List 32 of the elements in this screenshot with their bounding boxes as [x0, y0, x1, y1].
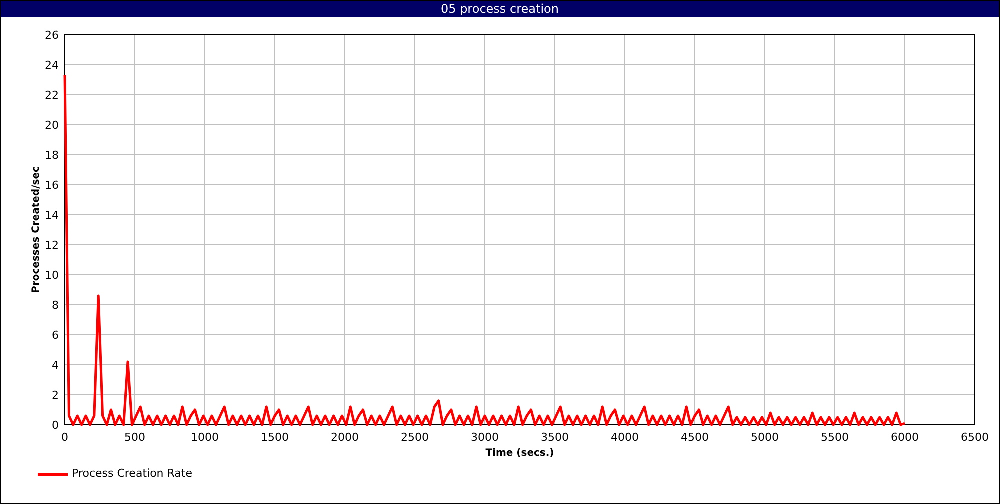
tick-label: 18	[45, 149, 59, 162]
tick-label: 4	[52, 359, 59, 372]
tick-label: 3500	[541, 431, 569, 444]
tick-label: 3000	[471, 431, 499, 444]
tick-label: 20	[45, 119, 59, 132]
tick-label: 0	[52, 419, 59, 432]
tick-label: 12	[45, 239, 59, 252]
tick-label: 6500	[961, 431, 989, 444]
window-title: 05 process creation	[440, 1, 559, 17]
tick-label: 14	[45, 209, 59, 222]
tick-label: 2000	[331, 431, 359, 444]
tick-label: 6000	[891, 431, 919, 444]
tick-label: 8	[52, 299, 59, 312]
tick-label: 2	[52, 389, 59, 402]
axis-title: Processes Created/sec	[31, 166, 42, 294]
tick-label: 5500	[821, 431, 849, 444]
axis-title: Time (secs.)	[486, 448, 554, 459]
tick-label: 22	[45, 89, 59, 102]
tick-label: 1500	[261, 431, 289, 444]
tick-label: 24	[45, 59, 59, 72]
tick-label: 1000	[191, 431, 219, 444]
tick-label: 10	[45, 269, 59, 282]
tick-label: 4500	[681, 431, 709, 444]
tick-label: 0	[62, 431, 68, 444]
tick-label: 5000	[751, 431, 779, 444]
tick-label: 500	[124, 431, 146, 444]
legend-label: Process Creation Rate	[72, 467, 192, 481]
tick-label: 2500	[401, 431, 429, 444]
tick-label: 26	[45, 29, 59, 42]
tick-label: 4000	[611, 431, 639, 444]
tick-label: 6	[52, 329, 59, 342]
tick-label: 16	[45, 179, 59, 192]
